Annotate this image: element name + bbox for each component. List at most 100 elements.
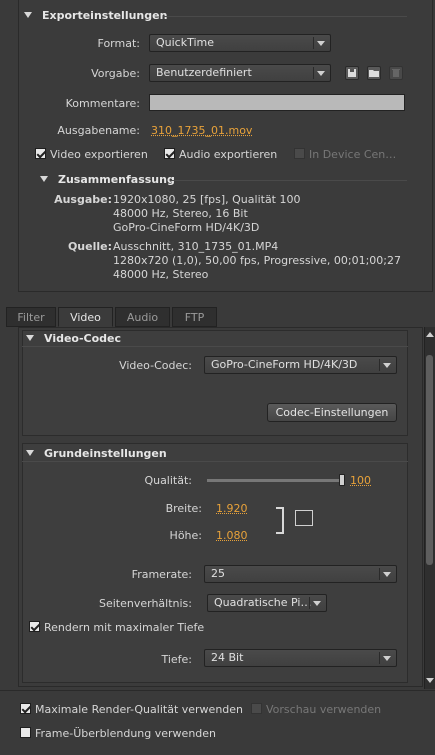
basic-settings-title: Grundeinstellungen bbox=[44, 447, 167, 460]
preset-select-value: Benutzerdefiniert bbox=[156, 66, 252, 79]
video-codec-select[interactable]: GoPro-CineForm HD/4K/3D bbox=[204, 356, 397, 374]
output-name-link[interactable]: 310_1735_01.mov bbox=[151, 124, 252, 137]
quality-slider-fill bbox=[207, 479, 345, 482]
aspect-ratio-select-value: Quadratische Pi… bbox=[214, 596, 312, 609]
aspect-ratio-label: Seitenverhältnis: bbox=[98, 597, 192, 610]
collapse-triangle-icon[interactable] bbox=[26, 450, 34, 456]
format-label: Format: bbox=[97, 37, 140, 50]
device-central-checkbox[interactable]: In Device Cen… bbox=[294, 148, 396, 161]
select-separator bbox=[313, 67, 314, 79]
tab-ftp[interactable]: FTP bbox=[172, 307, 217, 327]
delete-preset-icon[interactable] bbox=[389, 66, 403, 80]
video-codec-label: Video-Codec: bbox=[119, 359, 192, 372]
divider bbox=[170, 180, 407, 181]
use-preview-checkbox[interactable]: Vorschau verwenden bbox=[251, 703, 381, 716]
summary-header[interactable]: Zusammenfassung bbox=[40, 173, 175, 186]
save-preset-icon[interactable] bbox=[345, 66, 359, 80]
collapse-triangle-icon[interactable] bbox=[26, 335, 34, 341]
quality-slider-track[interactable] bbox=[207, 479, 345, 482]
width-value[interactable]: 1.920 bbox=[216, 502, 248, 515]
render-max-depth-label: Rendern mit maximaler Tiefe bbox=[44, 621, 205, 634]
quality-value[interactable]: 100 bbox=[350, 474, 371, 487]
tab-video[interactable]: Video bbox=[58, 307, 113, 327]
summary-title: Zusammenfassung bbox=[58, 173, 175, 186]
export-audio-label: Audio exportieren bbox=[179, 148, 278, 161]
select-separator bbox=[379, 568, 380, 580]
format-select-value: QuickTime bbox=[156, 36, 215, 49]
quality-slider-handle[interactable] bbox=[339, 474, 345, 486]
tab-filter[interactable]: Filter bbox=[6, 307, 56, 327]
summary-source-line: Ausschnitt, 310_1735_01.MP4 bbox=[113, 240, 279, 253]
tab-audio[interactable]: Audio bbox=[115, 307, 170, 327]
checkbox-disabled-icon bbox=[251, 703, 262, 714]
summary-source-line: 48000 Hz, Stereo bbox=[113, 268, 209, 281]
video-codec-select-value: GoPro-CineForm HD/4K/3D bbox=[211, 358, 358, 371]
quality-label: Qualität: bbox=[144, 474, 192, 487]
checkbox-checked-icon bbox=[35, 148, 46, 159]
framerate-label: Framerate: bbox=[131, 568, 192, 581]
export-settings-title: Exporteinstellungen bbox=[42, 9, 168, 22]
height-value[interactable]: 1.080 bbox=[216, 529, 248, 542]
depth-select[interactable]: 24 Bit bbox=[204, 649, 397, 667]
link-bracket-icon bbox=[276, 507, 284, 534]
width-label: Breite: bbox=[165, 502, 202, 515]
collapse-triangle-icon[interactable] bbox=[40, 176, 48, 182]
basic-settings-header[interactable]: Grundeinstellungen bbox=[26, 447, 167, 460]
output-name-label: Ausgabename: bbox=[57, 124, 140, 137]
checkbox-disabled-icon bbox=[294, 148, 305, 159]
chevron-down-icon bbox=[313, 601, 321, 606]
divider bbox=[22, 346, 408, 347]
select-separator bbox=[313, 37, 314, 49]
use-preview-label: Vorschau verwenden bbox=[266, 703, 382, 716]
height-label: Höhe: bbox=[169, 529, 202, 542]
aspect-ratio-select[interactable]: Quadratische Pi… bbox=[207, 594, 327, 612]
depth-select-value: 24 Bit bbox=[211, 651, 244, 664]
chevron-down-icon bbox=[383, 363, 391, 368]
depth-label: Tiefe: bbox=[161, 653, 192, 666]
select-separator bbox=[379, 359, 380, 371]
scroll-up-icon[interactable] bbox=[426, 332, 434, 337]
summary-source-label: Quelle: bbox=[67, 240, 112, 253]
collapse-triangle-icon[interactable] bbox=[24, 12, 32, 18]
summary-source-text: Ausschnitt, 310_1735_01.MP4 1280x720 (1,… bbox=[113, 240, 401, 282]
select-separator bbox=[379, 652, 380, 664]
framerate-select-value: 25 bbox=[211, 567, 225, 580]
video-codec-header[interactable]: Video-Codec bbox=[26, 332, 121, 345]
preset-select[interactable]: Benutzerdefiniert bbox=[149, 64, 331, 82]
divider bbox=[22, 461, 408, 462]
framerate-select[interactable]: 25 bbox=[204, 565, 397, 583]
export-audio-checkbox[interactable]: Audio exportieren bbox=[164, 148, 277, 161]
chevron-down-icon bbox=[383, 656, 391, 661]
scrollbar-thumb[interactable] bbox=[426, 355, 433, 565]
export-video-label: Video exportieren bbox=[50, 148, 148, 161]
chevron-down-icon bbox=[317, 71, 325, 76]
frame-blending-checkbox[interactable]: Frame-Überblendung verwenden bbox=[20, 727, 216, 740]
chevron-down-icon bbox=[383, 572, 391, 577]
checkbox-checked-icon bbox=[29, 621, 40, 632]
scroll-down-icon[interactable] bbox=[426, 678, 434, 683]
format-select[interactable]: QuickTime bbox=[149, 34, 331, 52]
comments-label: Kommentare: bbox=[65, 97, 140, 110]
select-separator bbox=[309, 597, 310, 609]
constrain-proportions-toggle[interactable] bbox=[295, 510, 313, 526]
max-render-quality-checkbox[interactable]: Maximale Render-Qualität verwenden bbox=[20, 703, 243, 716]
tab-bar: Filter Video Audio FTP bbox=[0, 307, 435, 327]
export-video-checkbox[interactable]: Video exportieren bbox=[35, 148, 148, 161]
frame-blending-label: Frame-Überblendung verwenden bbox=[35, 727, 217, 740]
codec-settings-button[interactable]: Codec-Einstellungen bbox=[267, 403, 397, 422]
max-render-quality-label: Maximale Render-Qualität verwenden bbox=[35, 703, 244, 716]
summary-output-line: 48000 Hz, Stereo, 16 Bit bbox=[113, 207, 248, 220]
checkbox-checked-icon bbox=[164, 148, 175, 159]
video-codec-title: Video-Codec bbox=[44, 332, 122, 345]
chevron-down-icon bbox=[317, 41, 325, 46]
summary-source-line: 1280x720 (1,0), 50,00 fps, Progressive, … bbox=[113, 254, 402, 267]
preset-label: Vorgabe: bbox=[91, 67, 140, 80]
export-settings-header[interactable]: Exporteinstellungen bbox=[24, 9, 167, 22]
checkbox-checked-icon bbox=[20, 703, 31, 714]
divider bbox=[163, 16, 407, 17]
render-max-depth-checkbox[interactable]: Rendern mit maximaler Tiefe bbox=[29, 621, 204, 634]
import-preset-icon[interactable] bbox=[367, 66, 381, 80]
comments-input[interactable] bbox=[149, 94, 405, 111]
summary-output-line: GoPro-CineForm HD/4K/3D bbox=[113, 221, 260, 234]
summary-output-line: 1920x1080, 25 [fps], Qualität 100 bbox=[113, 193, 301, 206]
